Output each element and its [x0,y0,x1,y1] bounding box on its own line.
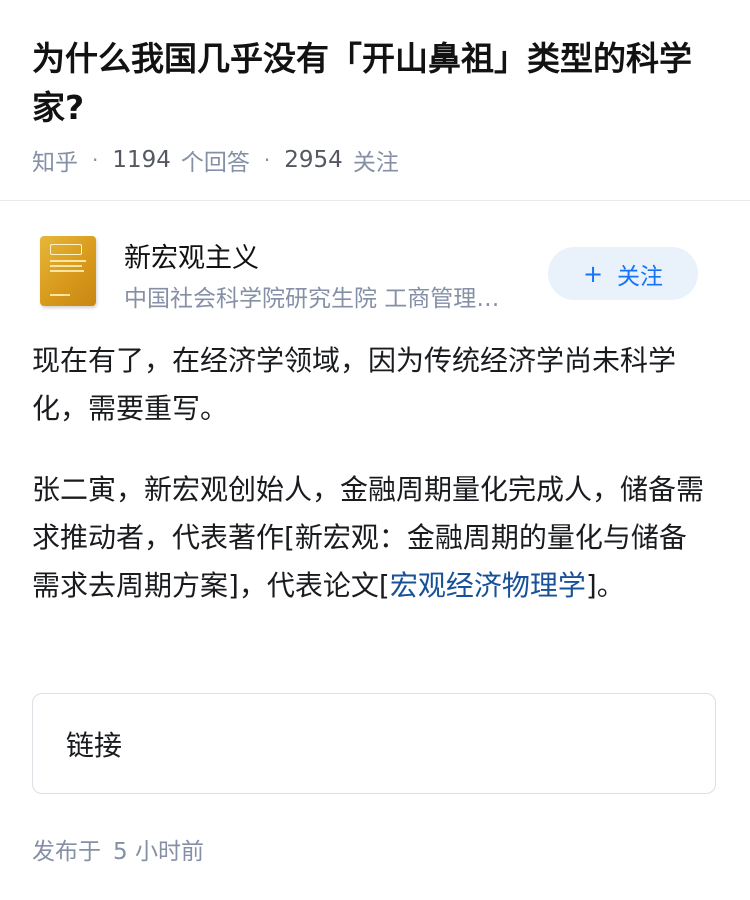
answer-page: 为什么我国几乎没有「开山鼻祖」类型的科学家? 知乎 · 1194 个回答 · 2… [0,0,750,900]
question-title[interactable]: 为什么我国几乎没有「开山鼻祖」类型的科学家? [32,34,722,132]
link-card-label: 链接 [66,728,123,762]
cover-line [50,260,86,262]
question-meta: 知乎 · 1194 个回答 · 2954 关注 [32,143,399,177]
follower-count-label: 关注 [352,150,399,176]
publish-time: 发布于 5 小时前 [32,832,204,866]
author-name[interactable]: 新宏观主义 [124,236,259,275]
paragraph-text: ]。 [585,569,625,602]
plus-icon: + [582,259,604,288]
answer-count: 1194 [112,147,171,173]
section-divider [0,200,750,201]
cover-line [50,270,84,272]
follow-button[interactable]: + 关注 [548,247,698,300]
meta-separator: · [92,148,99,172]
meta-separator-2: · [263,148,271,172]
link-card[interactable]: 链接 [32,693,716,794]
answer-count-label: 个回答 [180,150,250,176]
answer-content: 现在有了，在经济学领域，因为传统经济学尚未科学化，需要重写。 张二寅，新宏观创始… [32,337,712,643]
cover-line [50,294,70,296]
answer-paragraph: 张二寅，新宏观创始人，金融周期量化完成人，储备需求推动者，代表著作[新宏观：金融… [32,466,712,610]
follower-count: 2954 [284,147,343,173]
paper-link[interactable]: 宏观经济物理学 [390,569,586,602]
cover-title-box [50,244,82,255]
source-label: 知乎 [32,150,78,176]
answer-paragraph: 现在有了，在经济学领域，因为传统经济学尚未科学化，需要重写。 [32,344,677,425]
author-headline: 中国社会科学院研究生院 工商管理硕士 [124,286,516,312]
book-cover-avatar-icon[interactable] [40,236,96,306]
cover-line [50,265,82,267]
follow-label: 关注 [617,263,664,290]
publish-prefix: 发布于 [32,839,101,865]
publish-time-value: 5 小时前 [113,839,204,865]
